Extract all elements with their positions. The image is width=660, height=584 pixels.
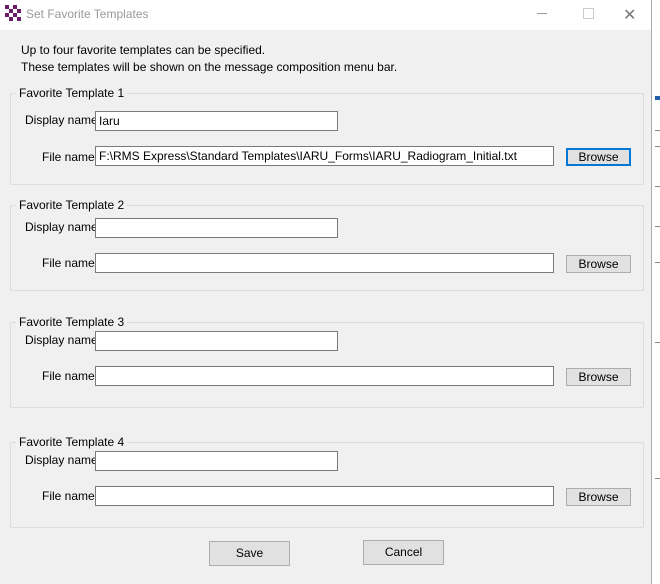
background-mark <box>655 262 660 263</box>
favorite-template-3-group: Favorite Template 3 Display name: File n… <box>10 315 644 408</box>
dialog-window: Set Favorite Templates ✕ Up to four favo… <box>0 0 652 584</box>
browse-button[interactable]: Browse <box>566 148 631 166</box>
background-window <box>652 0 660 584</box>
display-name-input[interactable] <box>95 218 338 238</box>
window-title: Set Favorite Templates <box>26 7 149 21</box>
display-name-input[interactable]: Iaru <box>95 111 338 131</box>
minimize-icon <box>537 13 547 14</box>
background-mark <box>655 186 660 187</box>
file-name-label: File name: <box>42 489 99 503</box>
minimize-button[interactable] <box>519 0 565 30</box>
intro-line-2: These templates will be shown on the mes… <box>21 60 398 74</box>
background-mark <box>655 226 660 227</box>
file-name-label: File name: <box>42 150 99 164</box>
file-name-label: File name: <box>42 369 99 383</box>
file-name-input[interactable] <box>95 366 554 386</box>
background-mark <box>655 130 660 131</box>
background-mark <box>655 146 660 147</box>
maximize-button[interactable] <box>565 0 611 30</box>
browse-button[interactable]: Browse <box>566 368 631 386</box>
file-name-input[interactable] <box>95 486 554 506</box>
background-mark <box>655 478 660 479</box>
background-mark <box>655 96 660 100</box>
display-name-label: Display name: <box>25 220 102 234</box>
maximize-icon <box>583 8 594 19</box>
group-legend: Favorite Template 4 <box>16 435 128 449</box>
checkerboard-icon <box>5 5 21 21</box>
cancel-button[interactable]: Cancel <box>363 540 444 565</box>
file-name-input[interactable] <box>95 253 554 273</box>
display-name-label: Display name: <box>25 113 102 127</box>
browse-button[interactable]: Browse <box>566 488 631 506</box>
file-name-input[interactable]: F:\RMS Express\Standard Templates\IARU_F… <box>95 146 554 166</box>
browse-button[interactable]: Browse <box>566 255 631 273</box>
group-legend: Favorite Template 3 <box>16 315 128 329</box>
background-mark <box>655 342 660 343</box>
display-name-input[interactable] <box>95 451 338 471</box>
favorite-template-2-group: Favorite Template 2 Display name: File n… <box>10 198 644 291</box>
intro-line-1: Up to four favorite templates can be spe… <box>21 43 266 57</box>
group-legend: Favorite Template 2 <box>16 198 128 212</box>
title-bar[interactable]: Set Favorite Templates ✕ <box>0 0 651 30</box>
display-name-input[interactable] <box>95 331 338 351</box>
file-name-label: File name: <box>42 256 99 270</box>
save-button[interactable]: Save <box>209 541 290 566</box>
group-legend: Favorite Template 1 <box>16 86 128 100</box>
display-name-label: Display name: <box>25 453 102 467</box>
close-icon: ✕ <box>623 5 637 24</box>
display-name-label: Display name: <box>25 333 102 347</box>
favorite-template-4-group: Favorite Template 4 Display name: File n… <box>10 435 644 528</box>
favorite-template-1-group: Favorite Template 1 Display name: Iaru F… <box>10 86 644 185</box>
close-button[interactable]: ✕ <box>606 0 652 30</box>
